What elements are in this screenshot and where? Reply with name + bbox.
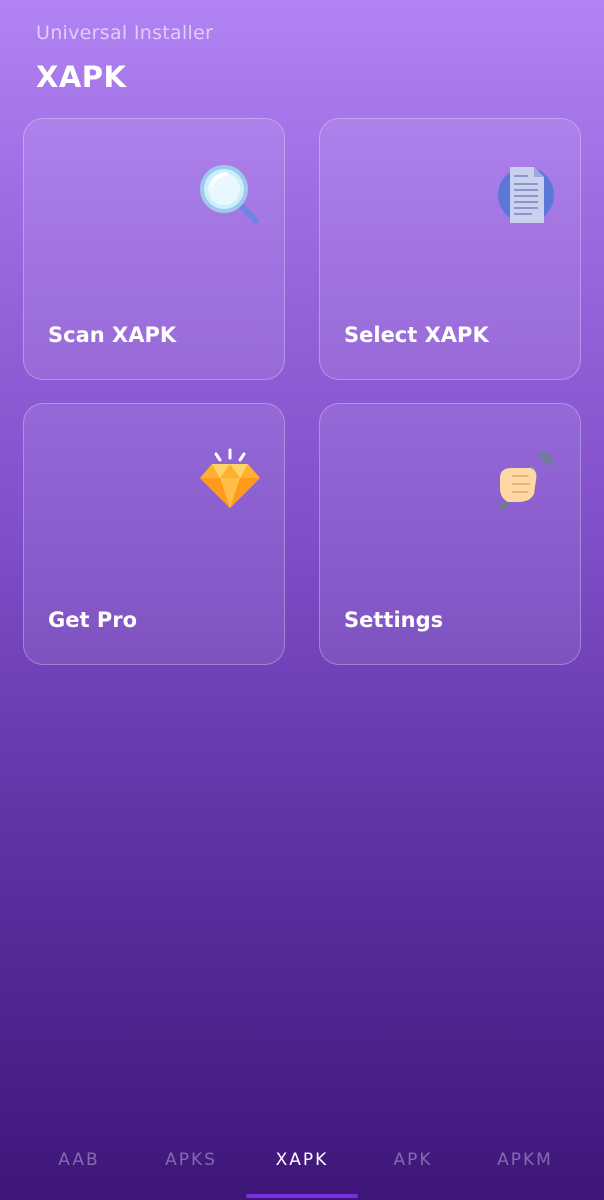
select-xapk-card[interactable]: Select XAPK	[319, 118, 581, 380]
wrench-hand-icon	[494, 448, 558, 512]
settings-card[interactable]: Settings	[319, 403, 581, 665]
document-icon	[494, 163, 558, 227]
scan-xapk-card[interactable]: Scan XAPK	[23, 118, 285, 380]
tab-aab[interactable]: AAB	[19, 1120, 139, 1200]
tab-apks[interactable]: APKS	[131, 1120, 251, 1200]
select-xapk-label: Select XAPK	[344, 323, 489, 347]
get-pro-label: Get Pro	[48, 608, 138, 632]
bottom-nav: AAB APKS XAPK APK APKM	[0, 1120, 604, 1200]
tab-apk[interactable]: APK	[353, 1120, 473, 1200]
scan-xapk-label: Scan XAPK	[48, 323, 177, 347]
page-title: XAPK	[36, 60, 127, 94]
diamond-icon	[198, 448, 262, 512]
tab-apkm[interactable]: APKM	[465, 1120, 585, 1200]
magnifier-icon	[198, 163, 262, 227]
settings-label: Settings	[344, 608, 444, 632]
active-tab-indicator	[246, 1194, 358, 1198]
get-pro-card[interactable]: Get Pro	[23, 403, 285, 665]
tab-xapk[interactable]: XAPK	[242, 1120, 362, 1200]
app-subtitle: Universal Installer	[36, 22, 214, 44]
